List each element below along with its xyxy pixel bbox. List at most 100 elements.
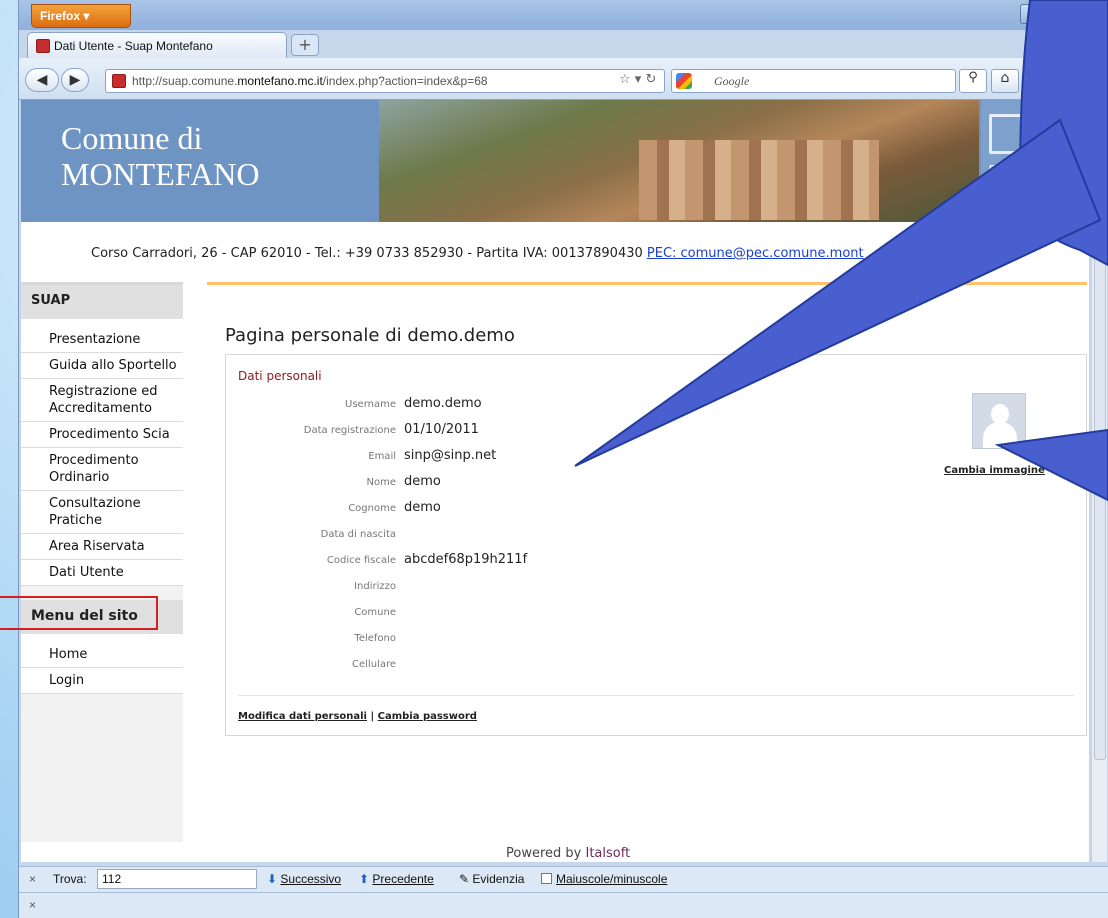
firefox-menu-button[interactable]: Firefox ▾ [31, 4, 131, 28]
field-label: Cellulare [352, 659, 396, 670]
field-row: Indirizzo [226, 577, 826, 597]
field-label: Email [368, 451, 396, 462]
page-title: Pagina personale di demo.demo [225, 325, 515, 346]
web-page: Comune di MONTEFANO Portale Territori Pr… [21, 100, 1089, 862]
sidebar-item-consultazione[interactable]: Consultazione Pratiche [21, 491, 183, 534]
site-title: Comune di MONTEFANO [61, 120, 260, 192]
field-label: Cognome [348, 503, 396, 514]
address-bar[interactable]: http://suap.comune.montefano.mc.it/index… [105, 69, 665, 93]
back-button[interactable]: ◀ [25, 68, 59, 92]
search-icon[interactable]: ⚲ [959, 69, 987, 93]
panel-divider [238, 695, 1074, 696]
match-case-checkbox[interactable]: Maiuscole/minuscole [541, 872, 667, 886]
change-image-link[interactable]: Cambia immagine [944, 465, 1045, 476]
checkbox-icon [541, 873, 552, 884]
sidebar-item-area-riservata[interactable]: Area Riservata [21, 534, 183, 560]
highlight-button[interactable]: ✎ Evidenzia [459, 872, 524, 886]
status-bar: × [19, 892, 1108, 918]
tab-dati-utente[interactable]: Dati Utente - Suap Montefano [27, 32, 287, 58]
highlight-label: Evidenzia [472, 872, 525, 886]
user-avatar-icon[interactable] [972, 393, 1026, 449]
sidebar-item-registrazione[interactable]: Registrazione ed Accreditamento [21, 379, 183, 422]
portal-logo[interactable]: Portale Territori Prov [981, 100, 1089, 222]
find-next-label: Successivo [280, 872, 342, 886]
url-prefix: http://suap.comune. [132, 74, 238, 88]
find-bar: × Trova: 112 ⬇ Successivo ⬆ Precedente ✎… [19, 866, 1108, 892]
sidebar-item-scia[interactable]: Procedimento Scia [21, 422, 183, 448]
field-row: Data di nascita [226, 525, 826, 545]
title-bar: Firefox ▾ [19, 0, 1108, 30]
portal-logo-icon [989, 114, 1023, 154]
link-separator: | [367, 711, 378, 722]
minimize-button[interactable] [1020, 4, 1048, 24]
field-value: demo [404, 474, 441, 489]
field-row: Email sinp@sinp.net [226, 447, 826, 467]
sidebar-item-login[interactable]: Login [21, 668, 183, 694]
site-favicon-icon [112, 74, 126, 88]
find-input[interactable]: 112 [97, 869, 257, 889]
sidebar-item-guida[interactable]: Guida allo Sportello [21, 353, 183, 379]
find-label: Trova: [53, 872, 87, 886]
personal-data-panel: Dati personali Username demo.demo Data r… [225, 354, 1087, 736]
vertical-scrollbar[interactable] [1091, 100, 1107, 862]
find-close-icon[interactable]: × [29, 872, 36, 886]
find-next-button[interactable]: ⬇ Successivo [267, 872, 341, 886]
edit-personal-data-link[interactable]: Modifica dati personali [238, 711, 367, 722]
arrow-up-icon: ⬆ [359, 872, 370, 886]
field-label: Telefono [354, 633, 396, 644]
powered-brand-link[interactable]: Italsoft [585, 846, 630, 861]
field-value: demo [404, 500, 441, 515]
contact-text: Corso Carradori, 26 - CAP 62010 - Tel.: … [91, 246, 647, 261]
sidebar-section-suap: SUAP [21, 285, 183, 319]
field-row: Codice fiscale abcdef68p19h211f [226, 551, 826, 571]
new-tab-button[interactable]: + [291, 34, 319, 56]
sidebar: SUAP Presentazione Guida allo Sportello … [21, 282, 183, 842]
town-roofs [639, 140, 879, 220]
panel-links: Modifica dati personali | Cambia passwor… [238, 711, 477, 722]
highlight-box [0, 596, 158, 630]
site-favicon-icon [36, 39, 50, 53]
field-row: Comune [226, 603, 826, 623]
sidebar-item-presentazione[interactable]: Presentazione [21, 327, 183, 353]
sidebar-item-ordinario[interactable]: Procedimento Ordinario [21, 448, 183, 491]
field-row: Data registrazione 01/10/2011 [226, 421, 826, 441]
status-close-icon[interactable]: × [29, 898, 36, 912]
main-content: Pagina personale di demo.demo Dati perso… [207, 282, 1087, 736]
field-label: Comune [354, 607, 396, 618]
field-label: Username [345, 399, 396, 410]
field-value: demo.demo [404, 396, 482, 411]
url-domain: montefano.mc.it [237, 74, 323, 88]
avatar-head [991, 404, 1009, 424]
forward-button[interactable]: ▶ [61, 68, 89, 92]
sidebar-item-dati-utente[interactable]: Dati Utente [21, 560, 183, 586]
navigation-toolbar: ◀ ▶ http://suap.comune.montefano.mc.it/i… [19, 58, 1108, 100]
town-photo [379, 100, 979, 222]
field-value: sinp@sinp.net [404, 448, 497, 463]
home-icon[interactable]: ⌂ [991, 69, 1019, 93]
field-row: Telefono [226, 629, 826, 649]
field-row: Cellulare [226, 655, 826, 675]
field-row: Nome demo [226, 473, 826, 493]
tab-title: Dati Utente - Suap Montefano [54, 39, 213, 53]
field-row: Username demo.demo [226, 395, 826, 415]
sidebar-item-home[interactable]: Home [21, 642, 183, 668]
field-value: 01/10/2011 [404, 422, 479, 437]
powered-prefix: Powered by [506, 846, 586, 861]
url-suffix: /index.php?action=index&p=68 [322, 74, 488, 88]
field-label: Indirizzo [354, 581, 396, 592]
field-value: abcdef68p19h211f [404, 552, 528, 567]
field-row: Cognome demo [226, 499, 826, 519]
search-box[interactable]: Google [671, 69, 956, 93]
match-case-label: Maiuscole/minuscole [556, 872, 668, 886]
scrollbar-thumb[interactable] [1094, 220, 1106, 760]
accent-divider [207, 282, 1087, 285]
browser-window: Firefox ▾ Dati Utente - Suap Montefano +… [18, 0, 1108, 918]
find-prev-label: Precedente [372, 872, 434, 886]
change-password-link[interactable]: Cambia password [378, 711, 477, 722]
find-previous-button[interactable]: ⬆ Precedente [359, 872, 434, 886]
pec-link[interactable]: PEC: comune@pec.comune.mont [647, 246, 864, 261]
contact-line: Corso Carradori, 26 - CAP 62010 - Tel.: … [21, 246, 1089, 261]
google-icon [676, 73, 692, 89]
pen-icon: ✎ [459, 872, 470, 886]
bookmark-star-icon[interactable]: ☆ ▾ ↻ [619, 72, 656, 87]
